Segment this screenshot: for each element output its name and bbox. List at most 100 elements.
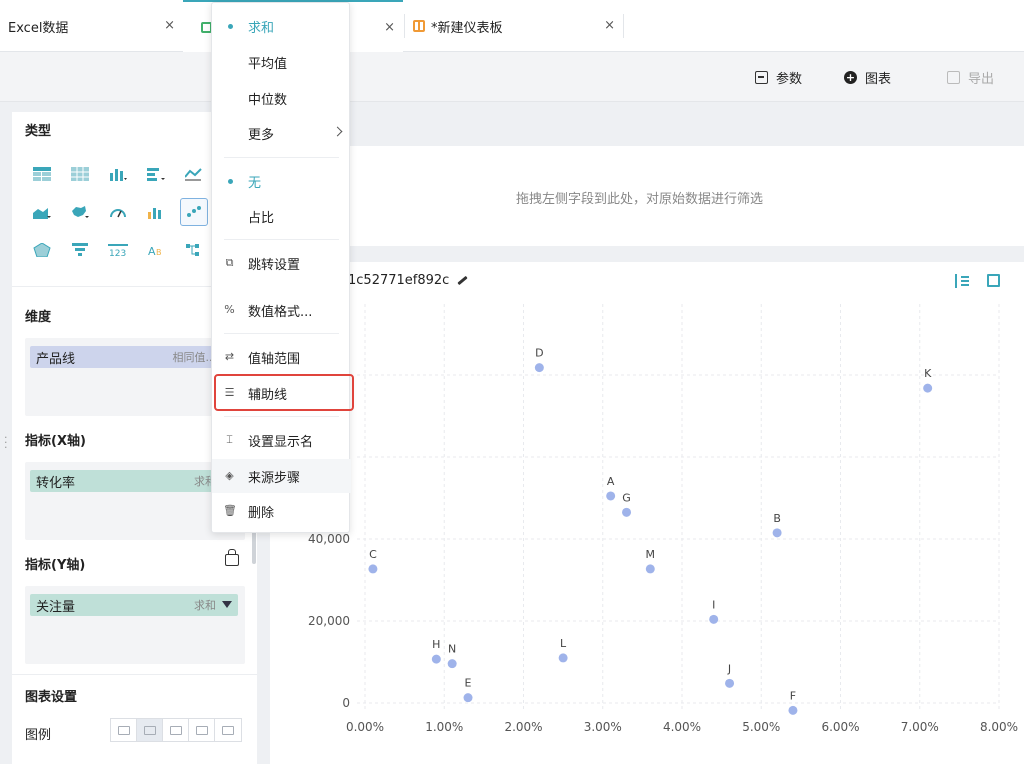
menu-item-average[interactable]: 平均值 [212,45,351,79]
chart-type-area-icon[interactable] [28,198,56,226]
menu-divider [224,157,339,158]
selected-dot-icon [228,179,233,184]
chevron-down-icon[interactable] [222,601,232,608]
field-name: 关注量 [36,599,76,615]
field-context-menu: 求和 平均值 中位数 更多 无 占比 ⧉ 跳转设置 % 数值格式... ⇄ 值轴范围 … [211,2,351,533]
menu-label: 平均值 [248,56,288,72]
menu-item-axis-range[interactable]: ⇄ 值轴范围 [212,340,351,374]
plus-circle-icon: + [844,71,857,84]
menu-item-jump-settings[interactable]: ⧉ 跳转设置 [212,246,351,280]
chart-type-hbar-icon[interactable] [142,160,170,188]
highlight-annotation [214,374,354,411]
scatter-point [447,659,457,669]
legend-left-option[interactable] [163,719,189,741]
params-icon [755,71,768,84]
chart-type-radar-icon[interactable] [28,236,56,264]
svg-text:A: A [148,245,156,257]
y-metric-section-title: 指标(Y轴) [25,558,86,573]
chart-type-bar-icon[interactable] [104,160,132,188]
close-icon[interactable]: × [164,18,175,33]
menu-item-display-name[interactable]: ⌶ 设置显示名 [212,423,351,457]
x-metric-field-pill[interactable]: 转化率 求和 [30,470,238,492]
expand-icon[interactable] [987,274,1000,287]
menu-label: 求和 [248,20,275,36]
chart-type-combo-icon[interactable] [142,198,170,226]
menu-label: 占比 [248,210,275,226]
chart-type-funnel-icon[interactable] [66,236,94,264]
scatter-point [558,653,568,663]
menu-item-sum[interactable]: 求和 [212,9,351,43]
scatter-point [709,614,719,624]
scatter-point [725,678,735,688]
point-label: B [773,512,781,525]
scatter-point [606,491,616,501]
add-chart-button[interactable]: + 图表 [844,68,891,87]
y-metric-field-pill[interactable]: 关注量 求和 [30,594,238,616]
scatter-point [622,507,632,517]
menu-item-number-format[interactable]: % 数值格式... [212,293,351,327]
rename-icon: ⌶ [226,433,233,446]
point-label: G [622,491,631,504]
chart-type-kpi-icon[interactable]: 123 [104,236,132,264]
chart-type-line-icon[interactable] [180,160,208,188]
menu-item-more[interactable]: 更多 [212,116,351,150]
toolbar: 参数 + 图表 导出 [0,52,1024,102]
tab-new-dashboard[interactable]: *新建仪表板 × [405,0,623,52]
selected-dot-icon [228,24,233,29]
point-label: D [535,347,543,360]
close-icon[interactable]: × [384,20,395,35]
menu-item-delete[interactable]: 🗑 删除 [212,494,351,528]
field-agg: 求和 [194,599,216,612]
chart-type-scatter-icon[interactable] [180,198,208,226]
panel-scrollbar[interactable] [252,530,256,564]
chart-type-map-icon[interactable] [66,198,94,226]
chart-title-text: 1c52771ef892c [348,273,450,288]
menu-item-proportion[interactable]: 占比 [212,199,351,233]
params-button[interactable]: 参数 [755,68,802,87]
chart-title: 1c52771ef892c [348,273,468,288]
menu-label: 跳转设置 [248,257,301,273]
scatter-point [431,654,441,664]
menu-divider [224,239,339,240]
legend-right-option[interactable] [137,719,163,741]
x-tick-label: 5.00% [742,720,780,734]
legend-position-selector [110,718,242,742]
source-step-icon: ◈ [225,469,234,482]
chart-type-crosstab-icon[interactable] [66,160,94,188]
chart-type-tree-icon[interactable] [180,236,208,264]
y-metric-drop-zone[interactable]: 关注量 求和 [25,586,245,664]
y-tick-label: 20,000 [308,614,350,628]
legend-top-option[interactable] [189,719,215,741]
tab-excel-data[interactable]: Excel数据 × [0,0,183,52]
chart-type-table-icon[interactable] [28,160,56,188]
point-label: E [465,677,472,690]
sort-icon[interactable] [955,274,969,288]
menu-label: 设置显示名 [248,434,314,450]
resize-handle-icon[interactable]: · · · [4,432,8,453]
point-label: C [369,548,377,561]
jump-icon: ⧉ [225,256,234,269]
axis-range-icon: ⇄ [224,350,235,363]
dimension-field-pill[interactable]: 产品线 相同值... [30,346,238,368]
menu-item-none[interactable]: 无 [212,164,351,198]
menu-item-source-step[interactable]: ◈ 来源步骤 [212,459,351,493]
scatter-point [923,383,933,393]
x-tick-label: 0.00% [346,720,384,734]
close-icon[interactable]: × [604,18,615,33]
export-button[interactable]: 导出 [947,68,994,87]
chart-type-gauge-icon[interactable] [104,198,132,226]
scatter-point [534,363,544,373]
menu-item-median[interactable]: 中位数 [212,81,351,115]
filter-drop-zone[interactable]: 拖拽左侧字段到此处，对原始数据进行筛选 [270,146,1024,246]
legend-none-option[interactable] [111,719,137,741]
legend-bottom-option[interactable] [215,719,241,741]
x-tick-label: 8.00% [980,720,1018,734]
menu-label: 删除 [248,505,275,521]
lock-icon[interactable] [225,549,239,566]
chart-type-wordcloud-icon[interactable]: AB [142,236,170,264]
edit-icon[interactable] [457,275,468,286]
scatter-point [788,705,798,715]
tab-bar: Excel数据 × × *新建仪表板 × [0,0,1024,52]
point-label: J [727,662,731,675]
point-label: M [646,548,656,561]
